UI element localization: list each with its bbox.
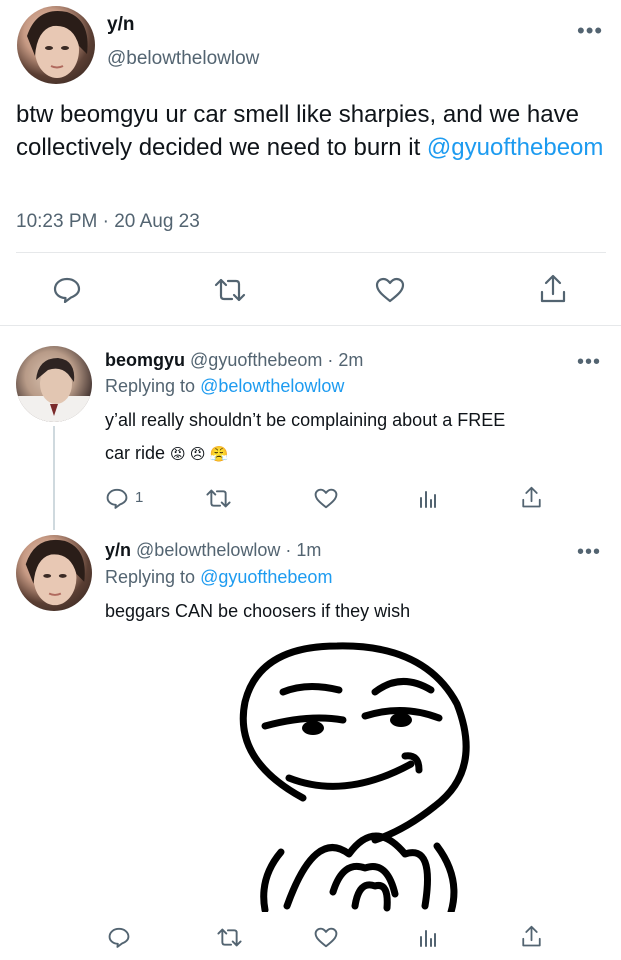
more-icon[interactable]: ••• xyxy=(577,20,603,42)
reply2-text: beggars CAN be choosers if they wish xyxy=(105,601,411,621)
like-icon[interactable] xyxy=(372,274,408,306)
main-tweet-text: btw beomgyu ur car smell like sharpies, … xyxy=(16,98,616,164)
reply-icon[interactable] xyxy=(50,274,84,306)
reply1-header: beomgyu @gyuofthebeom · 2m xyxy=(105,350,363,371)
reply1-handle-time[interactable]: @gyuofthebeom · 2m xyxy=(190,350,363,370)
reply1-emojis: 😡 😠 😤 xyxy=(170,446,229,463)
analytics-icon[interactable] xyxy=(416,925,440,949)
main-timestamp[interactable]: 10:23 PM · 20 Aug 23 xyxy=(16,211,200,233)
analytics-icon[interactable] xyxy=(416,486,440,510)
reply1-display-name[interactable]: beomgyu xyxy=(105,350,185,370)
main-display-name[interactable]: y/n xyxy=(107,14,134,36)
main-tweet-mention[interactable]: @gyuofthebeom xyxy=(427,134,603,161)
avatar-photo xyxy=(25,539,85,606)
main-tweet-divider xyxy=(0,325,621,326)
more-icon[interactable]: ••• xyxy=(577,542,601,562)
reply-icon[interactable] xyxy=(104,486,130,510)
main-handle[interactable]: @belowthelowlow xyxy=(107,48,259,70)
avatar-photo xyxy=(27,11,88,78)
like-icon[interactable] xyxy=(312,486,340,510)
reply2-display-name[interactable]: y/n xyxy=(105,540,131,560)
smug-face-drawing xyxy=(239,642,470,912)
replying-to-link[interactable]: @belowthelowlow xyxy=(200,376,344,396)
replying-to-label: Replying to xyxy=(105,376,196,396)
retweet-icon[interactable] xyxy=(214,925,244,949)
like-icon[interactable] xyxy=(312,925,340,949)
thread-line xyxy=(53,426,55,530)
reply-icon[interactable] xyxy=(106,925,132,949)
reply1-text-line1: y’all really shouldn’t be complaining ab… xyxy=(105,410,506,430)
share-icon[interactable] xyxy=(518,484,544,510)
timestamp-divider xyxy=(16,252,606,253)
replying-to-label: Replying to xyxy=(105,567,196,587)
reply2-replying-to: Replying to @gyuofthebeom xyxy=(105,567,332,588)
retweet-icon[interactable] xyxy=(210,274,250,306)
reply1-text-line2: car ride 😡 😠 😤 xyxy=(105,443,228,464)
share-icon[interactable] xyxy=(518,923,544,949)
reply2-handle-time[interactable]: @belowthelowlow · 1m xyxy=(136,540,321,560)
reply1-replying-to: Replying to @belowthelowlow xyxy=(105,376,344,397)
share-icon[interactable] xyxy=(536,272,570,306)
reply2-header: y/n @belowthelowlow · 1m xyxy=(105,540,321,561)
more-icon[interactable]: ••• xyxy=(577,352,601,372)
reply2-avatar[interactable] xyxy=(16,535,92,611)
replying-to-link[interactable]: @gyuofthebeom xyxy=(200,567,332,587)
reply-count: 1 xyxy=(135,489,144,506)
retweet-icon[interactable] xyxy=(203,486,233,510)
reply1-text-tail: car ride xyxy=(105,443,166,463)
reply2-meme-image[interactable] xyxy=(225,640,510,912)
reply1-avatar[interactable] xyxy=(16,346,92,422)
main-avatar[interactable] xyxy=(17,6,95,84)
avatar-photo xyxy=(16,358,92,422)
